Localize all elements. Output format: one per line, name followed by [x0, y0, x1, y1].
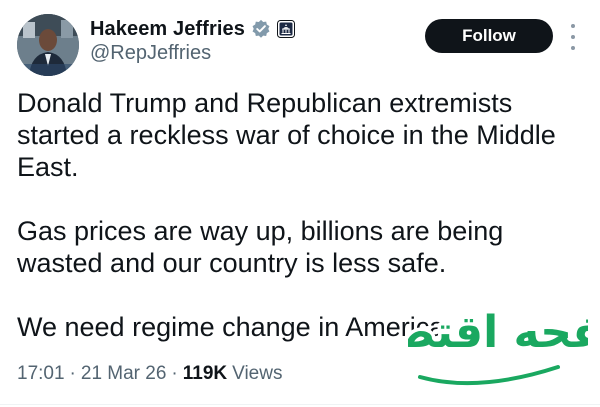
- capitol-affiliation-icon[interactable]: [276, 20, 295, 38]
- author-handle[interactable]: @RepJeffries: [90, 42, 211, 65]
- author-display-name[interactable]: Hakeem Jeffries: [90, 18, 245, 41]
- more-vertical-icon[interactable]: [566, 24, 580, 50]
- more-dot: [571, 24, 575, 28]
- watermark-swoosh: [418, 365, 560, 386]
- tweet-time[interactable]: 17:01: [17, 363, 65, 385]
- views-count[interactable]: 119K: [183, 363, 227, 385]
- tweet-paragraph: Donald Trump and Republican extremists s…: [17, 88, 556, 182]
- avatar[interactable]: [17, 14, 79, 76]
- tweet-paragraph: We need regime change in America.: [17, 312, 452, 342]
- views-label: Views: [232, 363, 283, 384]
- follow-button[interactable]: Follow: [425, 19, 553, 53]
- tweet-paragraph: Gas prices are way up, billions are bein…: [17, 216, 504, 278]
- verified-badge-icon: [252, 19, 270, 38]
- more-dot: [571, 35, 575, 39]
- tweet-date[interactable]: 21 Mar 26: [81, 363, 167, 385]
- author-name-row: Hakeem Jeffries: [90, 16, 295, 42]
- tweet-text: Donald Trump and Republican extremists s…: [17, 87, 587, 343]
- divider: [0, 404, 600, 405]
- tweet-meta: 17:01 · 21 Mar 26 · 119K Views: [17, 363, 282, 385]
- tweet-card: Hakeem Jeffries @RepJeffries Follow Dona…: [0, 0, 600, 407]
- more-dot: [571, 46, 575, 50]
- meta-separator: ·: [69, 363, 76, 384]
- avatar-image: [17, 14, 79, 76]
- meta-separator: ·: [171, 363, 178, 384]
